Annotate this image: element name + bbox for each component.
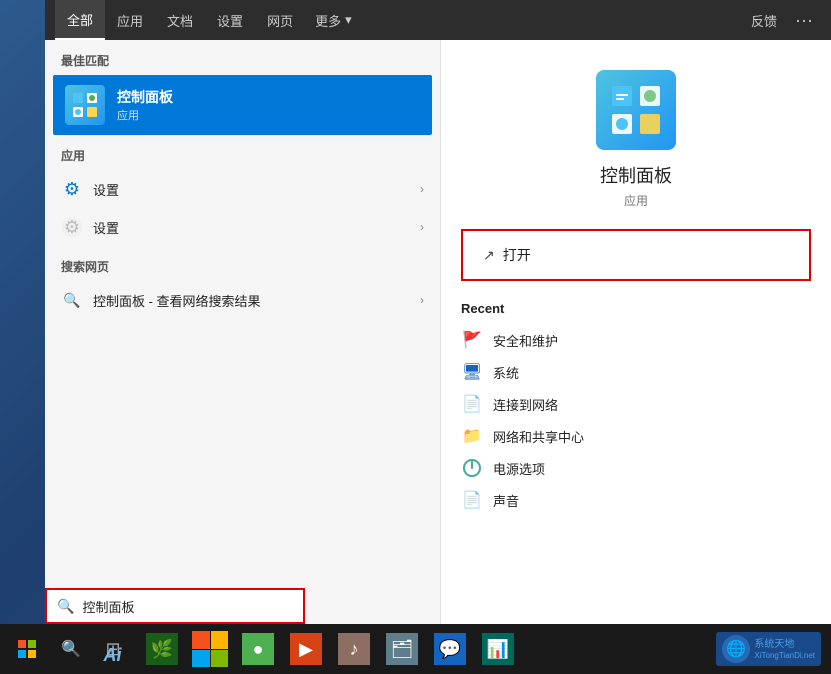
gear-gray-icon: ⚙: [61, 216, 83, 238]
taskbar-app-7[interactable]: 💬: [427, 626, 473, 672]
tab-more[interactable]: 更多 ▾: [305, 11, 362, 30]
arrow-icon-2: ›: [420, 220, 424, 234]
start-button[interactable]: [4, 624, 49, 674]
best-match-title: 控制面板: [117, 87, 173, 107]
recent-label-1: 系统: [493, 363, 519, 382]
settings-item-1[interactable]: ⚙ 设置 ›: [45, 170, 440, 208]
tab-bar: 全部 应用 文档 设置 网页 更多 ▾ 反馈 ···: [45, 0, 831, 40]
xitong-url: XiTongTianDi.net: [754, 651, 815, 660]
right-panel-subtitle: 应用: [624, 192, 648, 209]
best-match-text: 控制面板 应用: [117, 87, 173, 123]
tab-all[interactable]: 全部: [55, 0, 105, 40]
recent-list: 🚩 安全和维护 🖥 系统 📄 连接到网络 📁 网络和共享中心: [441, 324, 831, 516]
security-icon: 🚩: [461, 329, 483, 351]
settings-item-2[interactable]: ⚙ 设置 ›: [45, 208, 440, 246]
control-panel-icon-small: [65, 85, 105, 125]
tab-web[interactable]: 网页: [255, 0, 305, 40]
xitong-icon: 🌐: [722, 635, 750, 663]
best-match-label: 最佳匹配: [45, 40, 440, 75]
tab-settings[interactable]: 设置: [205, 0, 255, 40]
open-label: 打开: [503, 245, 531, 265]
open-button[interactable]: ↗ 打开: [467, 235, 805, 275]
taskbar-search-icon: 🔍: [61, 639, 81, 659]
best-match-subtitle: 应用: [117, 107, 173, 123]
network-connect-icon: 📄: [461, 393, 483, 415]
xitong-badge: 🌐 系统天地 XiTongTianDi.net: [716, 632, 821, 666]
search-bar[interactable]: 🔍 控制面板: [45, 588, 305, 624]
ai-watermark: Ai: [85, 636, 140, 674]
recent-label-5: 声音: [493, 491, 519, 510]
colored-app-2: [192, 631, 228, 667]
web-search-label: 控制面板 - 查看网络搜索结果: [93, 291, 420, 310]
gear-blue-icon: ⚙: [61, 178, 83, 200]
xitong-name: 系统天地: [754, 639, 815, 651]
main-content: 最佳匹配 控制面板 应用 应用: [45, 40, 831, 635]
recent-item-0[interactable]: 🚩 安全和维护: [451, 324, 821, 356]
taskbar-right: 🌐 系统天地 XiTongTianDi.net: [716, 632, 827, 666]
power-icon: [461, 457, 483, 479]
control-panel-icon-large: [596, 70, 676, 150]
left-panel: 最佳匹配 控制面板 应用 应用: [45, 40, 440, 635]
arrow-icon-1: ›: [420, 182, 424, 196]
recent-item-2[interactable]: 📄 连接到网络: [451, 388, 821, 420]
search-bar-value: 控制面板: [82, 597, 134, 616]
taskbar-app-2[interactable]: [187, 626, 233, 672]
settings-label-2: 设置: [93, 218, 420, 237]
taskbar-app-4[interactable]: ▶: [283, 626, 329, 672]
taskbar-app-5[interactable]: ♪: [331, 626, 377, 672]
xitong-text-block: 系统天地 XiTongTianDi.net: [754, 639, 815, 660]
best-match-item[interactable]: 控制面板 应用: [53, 75, 432, 135]
arrow-icon-3: ›: [420, 293, 424, 307]
web-section-label: 搜索网页: [45, 246, 440, 281]
recent-item-3[interactable]: 📁 网络和共享中心: [451, 420, 821, 452]
system-icon: 🖥: [461, 361, 483, 383]
tab-feedback[interactable]: 反馈: [741, 11, 787, 30]
recent-item-5[interactable]: 📄 声音: [451, 484, 821, 516]
settings-label-1: 设置: [93, 180, 420, 199]
recent-label-0: 安全和维护: [493, 331, 558, 350]
taskbar-app-8[interactable]: 📊: [475, 626, 521, 672]
taskbar-app-3[interactable]: ●: [235, 626, 281, 672]
recent-item-4[interactable]: 电源选项: [451, 452, 821, 484]
recent-item-1[interactable]: 🖥 系统: [451, 356, 821, 388]
apps-section-label: 应用: [45, 135, 440, 170]
tab-apps[interactable]: 应用: [105, 0, 155, 40]
recent-label: Recent: [461, 301, 504, 316]
taskbar-app-1[interactable]: 🌿: [139, 626, 185, 672]
taskbar-app-6[interactable]: 🗂: [379, 626, 425, 672]
right-panel-title: 控制面板: [600, 162, 672, 188]
search-bar-icon: 🔍: [57, 598, 74, 615]
more-options-button[interactable]: ···: [787, 10, 821, 31]
taskbar-apps: 🌿 ● ▶ ♪ 🗂 💬 📊: [139, 626, 521, 672]
recent-label-4: 电源选项: [493, 459, 545, 478]
network-share-icon: 📁: [461, 425, 483, 447]
right-panel: 控制面板 应用 ↗ 打开 Recent 🚩 安全和维护 🖥 系统: [440, 40, 831, 635]
recent-label-3: 网络和共享中心: [493, 427, 584, 446]
recent-label-2: 连接到网络: [493, 395, 558, 414]
chevron-down-icon: ▾: [345, 12, 352, 28]
search-panel: 全部 应用 文档 设置 网页 更多 ▾ 反馈 ··· 最佳匹配: [45, 0, 831, 635]
open-button-wrapper: ↗ 打开: [461, 229, 811, 281]
search-icon-sm: 🔍: [61, 289, 83, 311]
open-icon: ↗: [483, 247, 495, 264]
web-search-item[interactable]: 🔍 控制面板 - 查看网络搜索结果 ›: [45, 281, 440, 319]
sound-icon: 📄: [461, 489, 483, 511]
taskbar: 🔍 ⊞ 🌿 ● ▶ ♪ 🗂 💬: [0, 624, 831, 674]
tab-docs[interactable]: 文档: [155, 0, 205, 40]
